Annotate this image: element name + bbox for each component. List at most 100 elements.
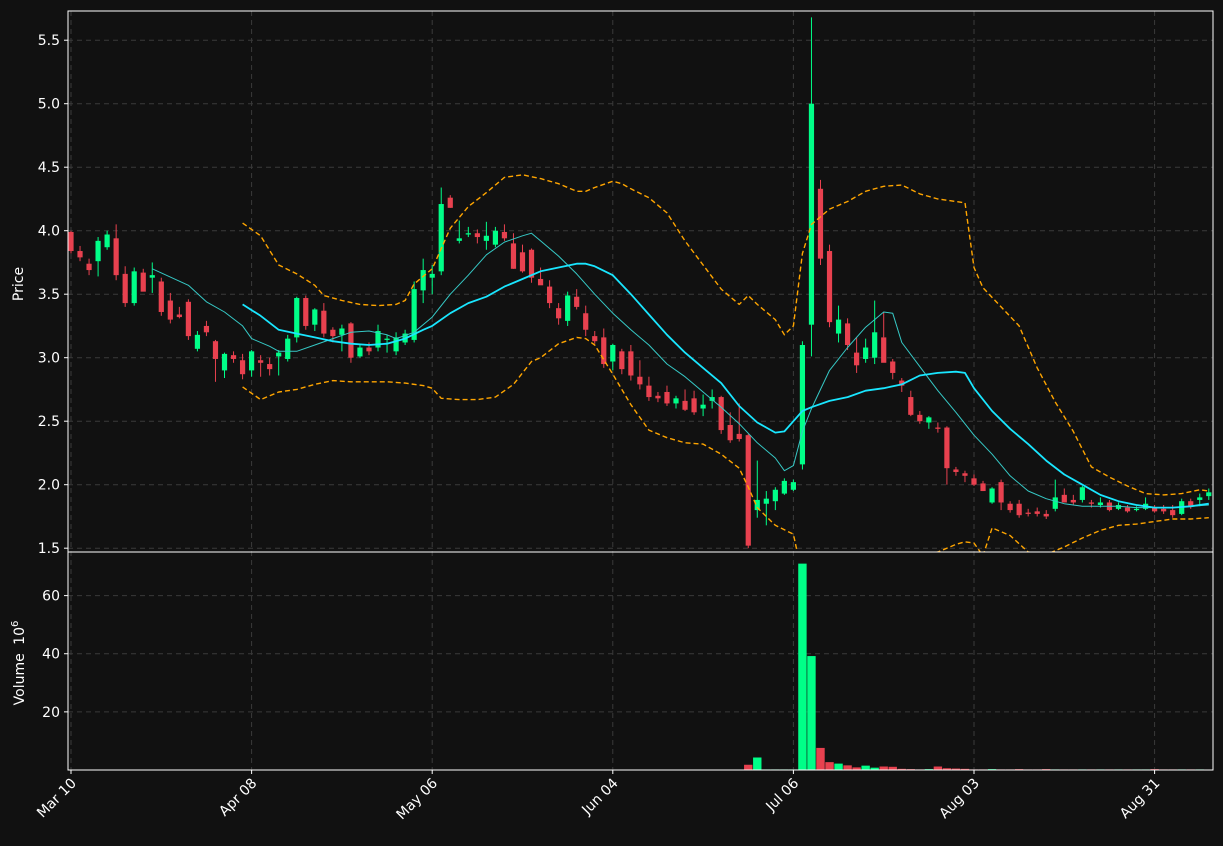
candle-body — [285, 338, 291, 359]
candle-body — [1052, 497, 1058, 509]
price-tick-label: 3.5 — [38, 287, 60, 303]
candle-body — [1170, 510, 1176, 516]
volume-bar — [816, 747, 825, 770]
candle-body — [826, 251, 833, 323]
candle-body — [483, 235, 489, 241]
candle-body — [637, 376, 643, 385]
candle-body — [330, 329, 336, 337]
candle-body — [736, 433, 742, 439]
candle-body — [908, 397, 914, 415]
candle-body — [835, 319, 842, 334]
candle-body — [980, 483, 986, 492]
price-tick-label: 2.0 — [38, 478, 60, 494]
sma-fast-line — [152, 232, 1209, 509]
candle-body — [1070, 499, 1076, 503]
price-tick-label: 2.5 — [38, 414, 60, 430]
x-tick-labels: Mar 10 Apr 08 May 06 Jun 04 Jul 06 Aug 03 Aug … — [34, 770, 1163, 823]
candle-body — [68, 231, 74, 252]
candle-body — [537, 278, 544, 286]
candle-body — [438, 204, 444, 272]
candle-body — [429, 273, 435, 278]
volume-bar — [834, 763, 843, 770]
candle-body — [574, 296, 580, 307]
price-tick-label: 5.5 — [38, 33, 60, 49]
candle-body — [926, 417, 932, 423]
volume-gridlines — [68, 595, 1213, 713]
panel-frames — [67, 10, 1214, 771]
candle-body — [989, 488, 995, 503]
candle-body — [1025, 512, 1031, 514]
price-panel-frame — [67, 10, 1214, 553]
candle-body — [339, 328, 345, 335]
candle-body — [203, 325, 210, 333]
candle-body — [1061, 494, 1067, 503]
candle-body — [519, 252, 526, 272]
candle-body — [312, 309, 318, 325]
candle-body — [844, 323, 851, 345]
candle-body — [194, 334, 201, 349]
candle-body — [664, 391, 670, 404]
volume-axis-label-text: Volume — [12, 653, 28, 705]
volume-tick-label: 20 — [42, 705, 60, 721]
candle-body — [854, 352, 860, 366]
candle-body — [872, 332, 878, 358]
candle-body — [131, 271, 137, 304]
candle-body — [808, 103, 815, 325]
volume-axis-label-exponent-base: 10 — [12, 627, 28, 645]
candle-body — [1016, 503, 1022, 516]
candle-body — [556, 308, 562, 319]
candle-body — [646, 385, 652, 398]
candle-body — [763, 498, 769, 504]
candle-body — [700, 404, 706, 409]
volume-bar — [744, 764, 753, 770]
candlestick-chart: 1.5 2.0 2.5 3.0 3.5 4.0 4.5 5.0 5.5 20 40 60 Mar 10… — [10, 10, 1214, 823]
volume-panel-frame — [67, 551, 1214, 771]
candle-body — [167, 300, 173, 320]
candle-body — [321, 310, 327, 334]
candle-body — [781, 480, 787, 494]
candle-body — [384, 338, 390, 340]
candle-body — [303, 298, 309, 326]
volume-bar — [753, 757, 762, 770]
candle-body — [953, 469, 959, 472]
volume-bar — [933, 766, 943, 770]
candle-body — [628, 351, 634, 376]
candle-body — [935, 427, 941, 429]
volume-tick-label: 60 — [42, 589, 60, 605]
candle-body — [998, 482, 1004, 503]
candle-body — [863, 347, 869, 359]
volume-axis-label: Volume 106 — [10, 621, 28, 706]
volume-axis-label-exponent: 6 — [10, 621, 21, 627]
candle-body — [212, 341, 219, 359]
candle-body — [393, 337, 399, 352]
volume-bar — [798, 563, 807, 770]
candle-body — [682, 400, 688, 410]
volume-bar — [825, 762, 834, 770]
price-tick-label: 3.0 — [38, 351, 60, 367]
candle-body — [1088, 502, 1094, 504]
candle-body — [610, 344, 616, 362]
candle-body — [221, 353, 228, 371]
volume-bar — [861, 765, 870, 770]
candle-body — [817, 188, 824, 259]
candle-body — [249, 351, 255, 371]
candle-body — [158, 281, 164, 312]
candle-body — [971, 478, 977, 485]
candle-body — [230, 355, 237, 359]
candle-body — [727, 425, 733, 441]
x-tick-label: Jun 04 — [578, 775, 621, 818]
price-axis-label: Price — [11, 267, 27, 301]
x-tick-label: May 06 — [393, 775, 441, 823]
candle-body — [465, 233, 471, 235]
candle-body — [962, 473, 968, 476]
candle-body — [1007, 503, 1013, 511]
candle-body — [890, 361, 896, 373]
candle-body — [294, 298, 300, 338]
candle-body — [691, 398, 697, 413]
candle-body — [456, 238, 462, 241]
candle-body — [1079, 487, 1085, 500]
candle-body — [420, 270, 426, 291]
candle-body — [122, 273, 128, 304]
candle-body — [185, 301, 191, 337]
candle-body — [239, 360, 246, 375]
